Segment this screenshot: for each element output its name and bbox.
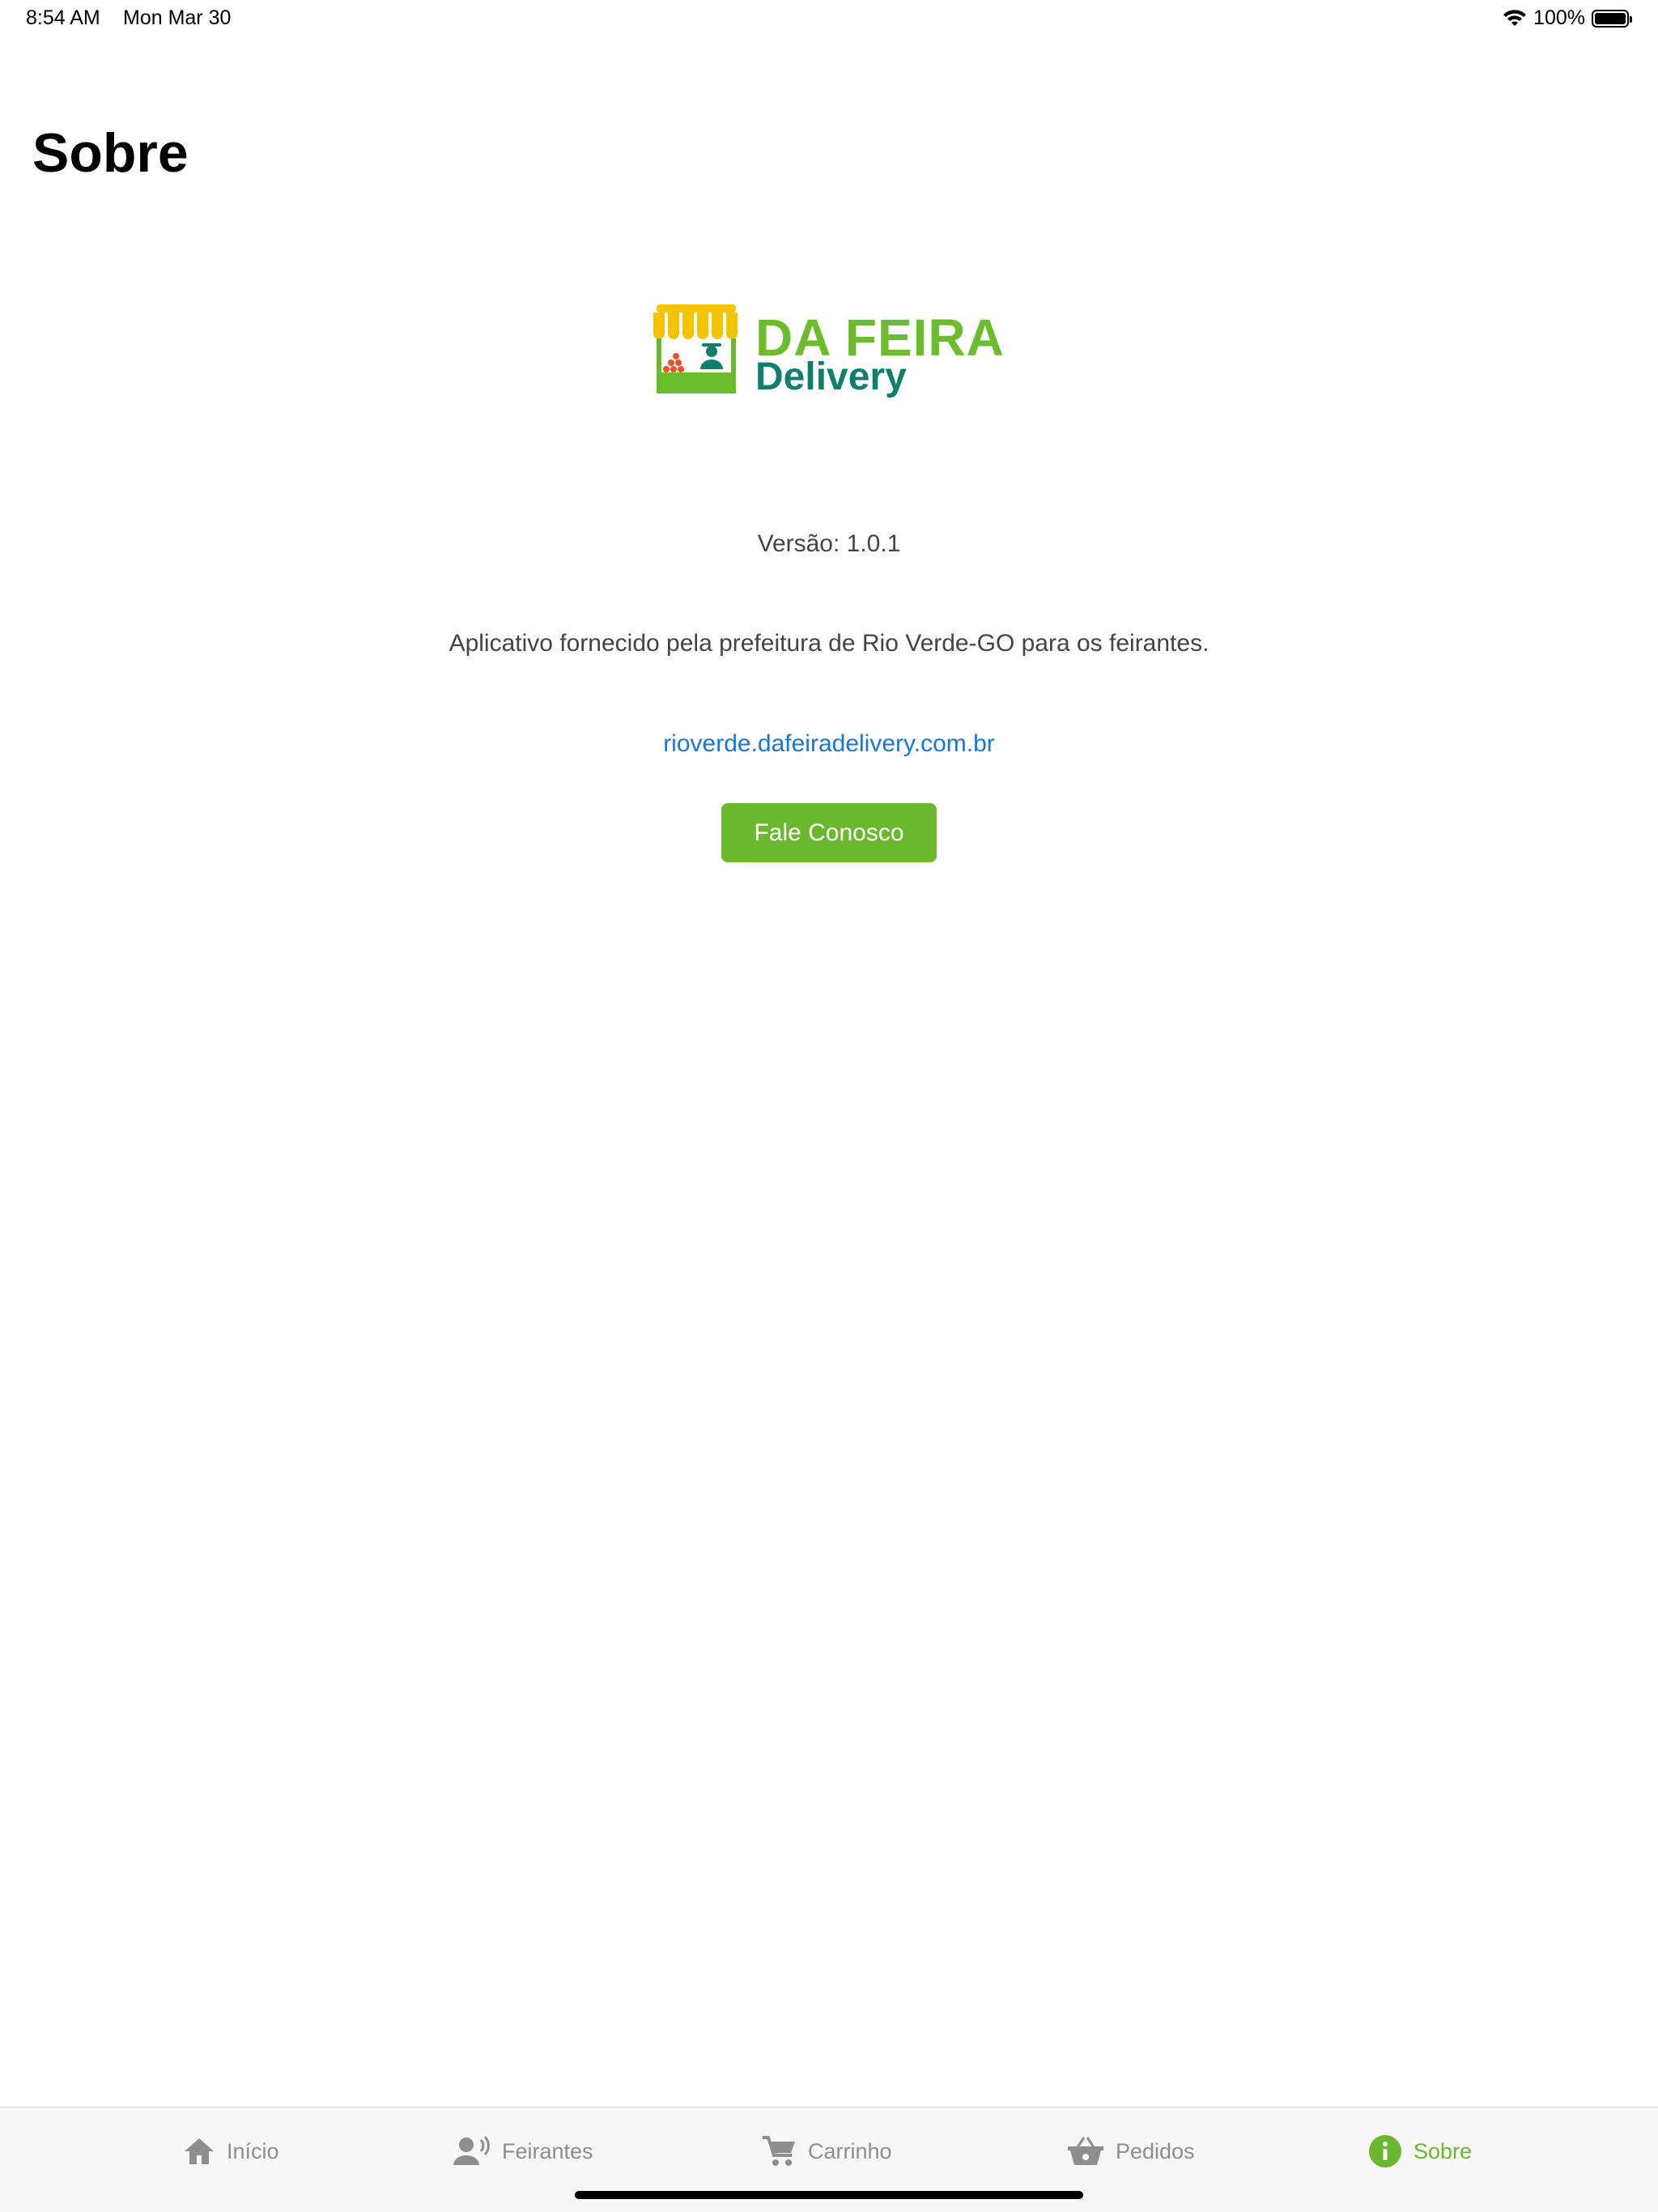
status-time: 8:54 AM bbox=[26, 6, 100, 29]
market-stall-icon bbox=[653, 304, 738, 393]
app-version: Versão: 1.0.1 bbox=[757, 530, 901, 557]
battery-percentage: 100% bbox=[1533, 6, 1585, 29]
home-icon bbox=[185, 2138, 214, 2164]
home-indicator bbox=[575, 2191, 1083, 2199]
tab-pedidos[interactable]: Pedidos bbox=[1067, 2129, 1195, 2174]
tab-label: Sobre bbox=[1414, 2138, 1473, 2163]
info-icon bbox=[1369, 2135, 1401, 2167]
tab-inicio[interactable]: Início bbox=[183, 2129, 279, 2174]
app-logo: DA FEIRA Delivery bbox=[652, 301, 1008, 402]
person-voice-icon bbox=[453, 2136, 490, 2165]
tab-label: Pedidos bbox=[1116, 2138, 1195, 2163]
tab-label: Início bbox=[227, 2138, 279, 2163]
status-indicators: 100% bbox=[1503, 6, 1632, 30]
website-link[interactable]: rioverde.dafeiradelivery.com.br bbox=[0, 730, 1658, 758]
tab-feirantes[interactable]: Feirantes bbox=[453, 2129, 593, 2174]
tab-carrinho[interactable]: Carrinho bbox=[761, 2129, 892, 2174]
wifi-icon bbox=[1503, 9, 1527, 26]
logo-subtitle: Delivery bbox=[755, 355, 907, 398]
tab-label: Carrinho bbox=[808, 2138, 892, 2163]
basket-icon bbox=[1068, 2137, 1103, 2165]
battery-icon bbox=[1592, 9, 1632, 28]
page-title: Sobre bbox=[32, 122, 189, 184]
status-bar: 8:54 AM Mon Mar 30 100% bbox=[0, 0, 1658, 39]
status-date: Mon Mar 30 bbox=[123, 6, 232, 29]
about-screen: 8:54 AM Mon Mar 30 100% Sobre DA FEIRA D… bbox=[0, 0, 1658, 2212]
cart-icon bbox=[763, 2136, 795, 2166]
tab-sobre[interactable]: Sobre bbox=[1368, 2129, 1472, 2174]
contact-button[interactable]: Fale Conosco bbox=[721, 803, 937, 862]
tab-label: Feirantes bbox=[502, 2138, 593, 2163]
app-description: Aplicativo fornecido pela prefeitura de … bbox=[449, 630, 1209, 657]
